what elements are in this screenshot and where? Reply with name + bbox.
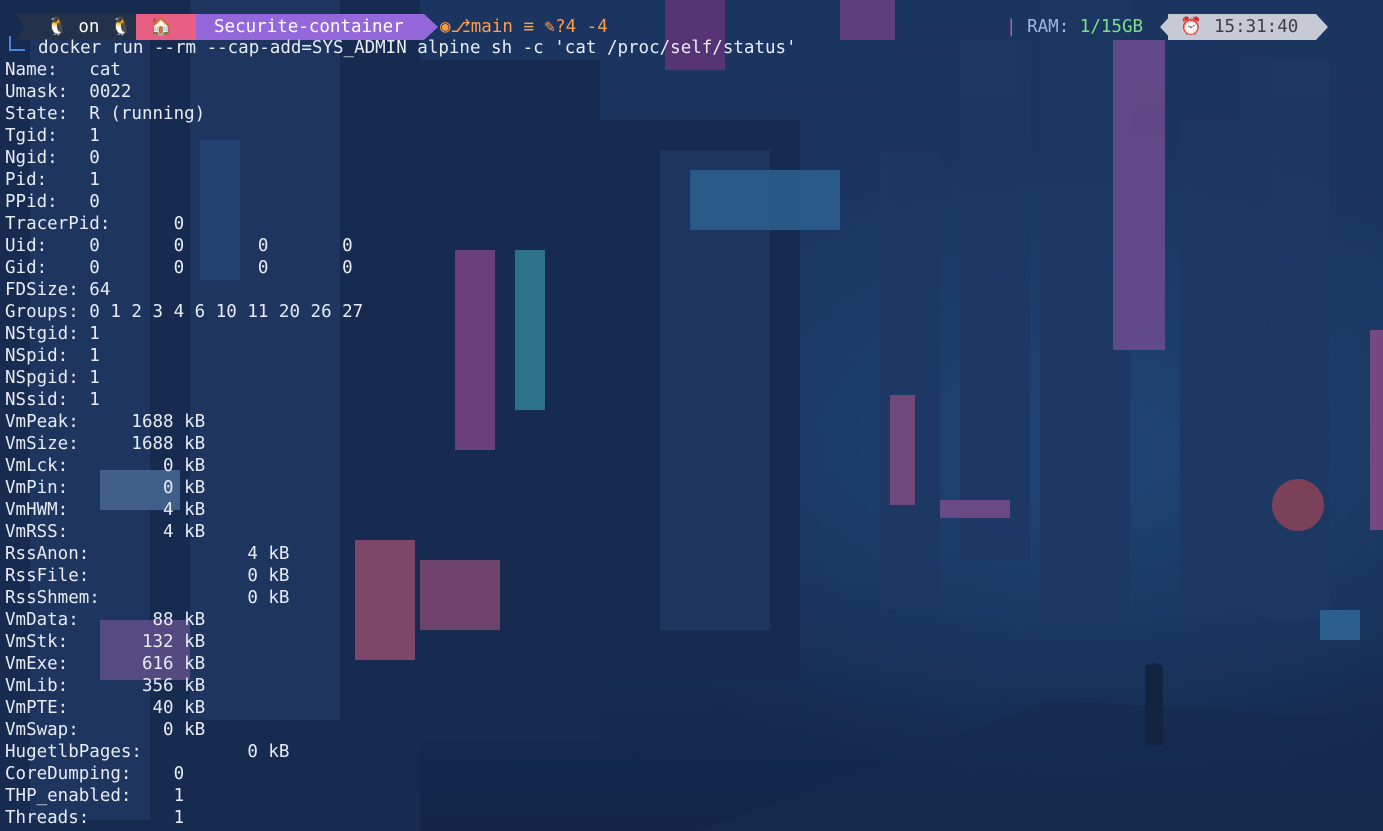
- output-line: FDSize: 64: [5, 280, 111, 300]
- output-line: State: R (running): [5, 104, 206, 124]
- output-line: HugetlbPages: 0 kB: [5, 742, 290, 762]
- output-line: NSpgid: 1: [5, 368, 100, 388]
- output-line: NStgid: 1: [5, 324, 100, 344]
- ram-value: 1/15GB: [1079, 17, 1144, 37]
- clock-time: 15:31:40: [1214, 17, 1299, 37]
- output-line: VmHWM: 4 kB: [5, 500, 206, 520]
- command-line: docker run --rm --cap-add=SYS_ADMIN alpi…: [0, 36, 1383, 60]
- output-line: Gid: 0 0 0 0: [5, 258, 353, 278]
- linux-tux-icon: 🐧: [46, 17, 68, 37]
- prompt-corner-connector: [9, 36, 25, 51]
- github-icon: ◉: [440, 17, 451, 37]
- output-line: VmData: 88 kB: [5, 610, 206, 630]
- output-line: Groups: 0 1 2 3 4 6 10 11 20 26 27: [5, 302, 364, 322]
- output-line: VmPin: 0 kB: [5, 478, 206, 498]
- os-label: on: [78, 17, 100, 37]
- output-line: THP_enabled: 1: [5, 786, 185, 806]
- output-line: Tgid: 1: [5, 126, 100, 146]
- git-branch-marker: ≡: [523, 17, 534, 37]
- output-line: NSsid: 1: [5, 390, 100, 410]
- git-branch-name: main: [470, 17, 513, 37]
- output-line: TracerPid: 0: [5, 214, 185, 234]
- output-line: VmRSS: 4 kB: [5, 522, 206, 542]
- output-line: PPid: 0: [5, 192, 100, 212]
- output-line: VmStk: 132 kB: [5, 632, 206, 652]
- output-line: Umask: 0022: [5, 82, 132, 102]
- output-line: VmExe: 616 kB: [5, 654, 206, 674]
- output-line: Name: cat: [5, 60, 121, 80]
- output-line: VmSize: 1688 kB: [5, 434, 206, 454]
- home-icon: 🏠: [150, 17, 172, 37]
- output-line: VmLib: 356 kB: [5, 676, 206, 696]
- output-line: CoreDumping: 0: [5, 764, 185, 784]
- output-line: VmPTE: 40 kB: [5, 698, 206, 718]
- output-line: NSpid: 1: [5, 346, 100, 366]
- current-directory: Securite-container: [214, 17, 404, 37]
- git-branch-icon: ⎇: [450, 17, 471, 37]
- output-line: Threads: 1: [5, 808, 185, 828]
- output-line: RssAnon: 4 kB: [5, 544, 290, 564]
- edit-icon: ✎: [544, 17, 556, 37]
- output-line: Ngid: 0: [5, 148, 100, 168]
- ram-label: RAM:: [1027, 17, 1070, 37]
- output-line: VmLck: 0 kB: [5, 456, 206, 476]
- output-line: RssFile: 0 kB: [5, 566, 290, 586]
- output-line: Pid: 1: [5, 170, 100, 190]
- output-line: VmSwap: 0 kB: [5, 720, 206, 740]
- git-status: ?4 -4: [555, 17, 608, 37]
- command-text[interactable]: docker run --rm --cap-add=SYS_ADMIN alpi…: [38, 38, 797, 58]
- output-line: VmPeak: 1688 kB: [5, 412, 206, 432]
- terminal-output: Name: cat Umask: 0022 State: R (running) Tg…: [5, 59, 363, 829]
- output-line: Uid: 0 0 0 0: [5, 236, 353, 256]
- output-line: RssShmem: 0 kB: [5, 588, 290, 608]
- ram-separator: |: [1006, 17, 1017, 37]
